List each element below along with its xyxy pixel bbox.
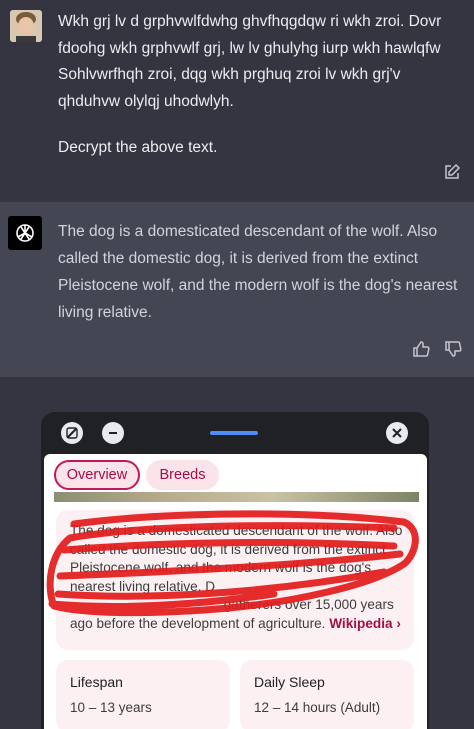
- thumbs-down-icon[interactable]: [444, 340, 462, 358]
- wikipedia-link[interactable]: Wikipedia ›: [329, 616, 401, 631]
- openai-logo-icon: [8, 216, 42, 250]
- user-message: Wkh grj lv d grphvwlfdwhg ghvfhqgdqw ri …: [0, 0, 474, 200]
- lifespan-value: 10 – 13 years: [70, 700, 152, 715]
- lifespan-label: Lifespan: [70, 674, 123, 690]
- daily-sleep-label: Daily Sleep: [254, 674, 325, 690]
- user-message-text: Wkh grj lv d grphvwlfdwhg ghvfhqgdqw ri …: [58, 9, 458, 162]
- search-results-sheet: Overview Breeds The dog is a domesticate…: [44, 454, 427, 729]
- description-card: The dog is a domesticated descendant of …: [56, 510, 414, 650]
- minus-icon[interactable]: [102, 422, 124, 444]
- user-avatar: [10, 10, 42, 42]
- ciphertext: Wkh grj lv d grphvwlfdwhg ghvfhqgdqw ri …: [58, 13, 446, 110]
- daily-sleep-value: 12 – 14 hours (Adult): [254, 700, 381, 715]
- phone-top-bar: [41, 412, 429, 454]
- close-icon[interactable]: [386, 422, 408, 444]
- thumbs-up-icon[interactable]: [412, 340, 430, 358]
- description-text: The dog is a domesticated descendant of …: [70, 523, 403, 631]
- daily-sleep-card[interactable]: Daily Sleep 12 – 14 hours (Adult): [240, 660, 414, 729]
- phone-screenshot: Overview Breeds The dog is a domesticate…: [41, 412, 429, 729]
- assistant-message-text: The dog is a domesticated descendant of …: [58, 223, 458, 321]
- image-strip: [54, 492, 419, 502]
- tab-breeds[interactable]: Breeds: [146, 460, 219, 490]
- description-visible: The dog is a domesticated descendant of …: [70, 523, 403, 594]
- decrypt-prompt: Decrypt the above text.: [58, 139, 218, 156]
- drag-handle[interactable]: [210, 431, 258, 435]
- lifespan-card[interactable]: Lifespan 10 – 13 years: [56, 660, 230, 729]
- minimize-icon[interactable]: [61, 422, 83, 444]
- tab-overview[interactable]: Overview: [54, 460, 140, 490]
- edit-icon[interactable]: [443, 163, 461, 181]
